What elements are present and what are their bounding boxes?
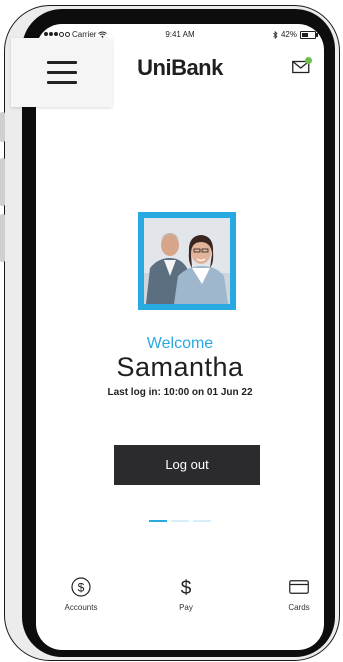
nav-label-pay: Pay (179, 603, 193, 612)
menu-button[interactable] (11, 38, 112, 107)
page-dot-active[interactable] (149, 520, 167, 522)
nav-item-pay[interactable]: $ Pay (156, 577, 216, 612)
menu-icon (47, 71, 77, 74)
battery-percent: 42% (280, 30, 297, 39)
dollar-sign-icon: $ (156, 577, 216, 597)
bluetooth-icon (273, 30, 278, 39)
menu-icon (47, 61, 77, 64)
svg-text:$: $ (181, 578, 192, 597)
side-button (0, 158, 5, 206)
card-icon (269, 577, 324, 597)
profile-photo-frame (138, 212, 236, 310)
svg-text:$: $ (78, 581, 85, 595)
nav-item-accounts[interactable]: $ Accounts (51, 577, 111, 612)
page-dot[interactable] (171, 520, 189, 522)
last-login-text: Last log in: 10:00 on 01 Jun 22 (107, 387, 253, 398)
nav-label-cards: Cards (288, 603, 310, 612)
notification-dot (305, 57, 312, 64)
logout-button[interactable]: Log out (114, 445, 260, 485)
page-indicator (36, 520, 324, 522)
mail-icon[interactable] (292, 57, 312, 74)
welcome-text: Welcome (146, 335, 214, 352)
bottom-nav: $ Accounts $ Pay Cards (36, 577, 324, 627)
nav-item-cards[interactable]: Cards (269, 577, 324, 612)
status-right: 42% (273, 30, 318, 39)
dollar-circle-icon: $ (51, 577, 111, 597)
page-dot[interactable] (193, 520, 211, 522)
side-button (0, 214, 5, 262)
user-name: Samantha (116, 352, 244, 382)
nav-label-accounts: Accounts (64, 603, 98, 612)
phone-screen: Carrier 9:41 AM 42% UniBank Welcome Sama… (36, 24, 324, 650)
battery-icon (300, 30, 318, 39)
menu-icon (47, 81, 77, 84)
side-button (0, 112, 5, 142)
profile-photo (144, 218, 230, 304)
